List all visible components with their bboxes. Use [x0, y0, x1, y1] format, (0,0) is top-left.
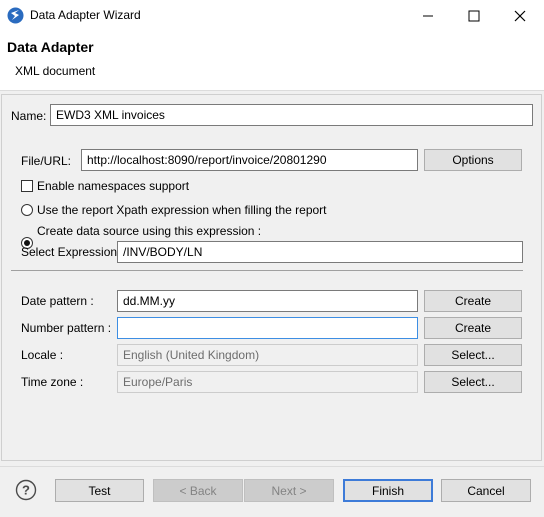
create-expression-radio-label: Create data source using this expression… — [37, 224, 262, 238]
timezone-field: Europe/Paris — [117, 371, 418, 393]
app-logo-icon — [7, 7, 24, 24]
maximize-icon — [468, 10, 480, 21]
next-button[interactable]: Next > — [244, 479, 334, 502]
page-subtitle: XML document — [15, 64, 96, 78]
number-pattern-field[interactable] — [117, 317, 418, 339]
maximize-button[interactable] — [451, 0, 497, 31]
help-icon-glyph: ? — [22, 483, 30, 498]
name-field[interactable]: EWD3 XML invoices — [50, 104, 533, 126]
page-title: Data Adapter — [7, 39, 94, 55]
back-button[interactable]: < Back — [153, 479, 243, 502]
select-expression-label: Select Expression : — [21, 245, 124, 259]
minimize-icon — [423, 15, 433, 16]
namespaces-checkbox[interactable] — [21, 180, 33, 192]
footer-divider — [0, 466, 544, 467]
finish-button[interactable]: Finish — [343, 479, 433, 502]
close-icon — [514, 10, 526, 21]
test-button[interactable]: Test — [55, 479, 144, 502]
file-url-label: File/URL: — [21, 154, 72, 168]
locale-field: English (United Kingdom) — [117, 344, 418, 366]
file-url-field[interactable]: http://localhost:8090/report/invoice/208… — [81, 149, 418, 171]
options-button[interactable]: Options — [424, 149, 522, 171]
wizard-window: Data Adapter Wizard Data Adapter XML doc… — [0, 0, 544, 517]
close-button[interactable] — [497, 0, 543, 31]
title-bar: Data Adapter Wizard — [0, 0, 544, 31]
xpath-radio-label: Use the report Xpath expression when fil… — [37, 203, 327, 217]
name-label: Name: — [11, 109, 47, 123]
locale-select-button[interactable]: Select... — [424, 344, 522, 366]
cancel-button[interactable]: Cancel — [441, 479, 531, 502]
timezone-label: Time zone : — [21, 375, 84, 389]
timezone-select-button[interactable]: Select... — [424, 371, 522, 393]
number-pattern-create-button[interactable]: Create — [424, 317, 522, 339]
date-pattern-create-button[interactable]: Create — [424, 290, 522, 312]
window-title: Data Adapter Wizard — [30, 8, 141, 22]
date-pattern-field[interactable]: dd.MM.yy — [117, 290, 418, 312]
date-pattern-label: Date pattern : — [21, 294, 94, 308]
help-icon[interactable]: ? — [15, 479, 37, 501]
namespaces-label: Enable namespaces support — [37, 179, 190, 193]
wizard-header: Data Adapter XML document — [0, 31, 544, 90]
select-expression-field[interactable]: /INV/BODY/LN — [117, 241, 523, 263]
minimize-button[interactable] — [405, 0, 451, 31]
header-divider — [0, 90, 544, 91]
section-divider — [11, 270, 523, 271]
number-pattern-label: Number pattern : — [21, 321, 112, 335]
locale-label: Locale : — [21, 348, 64, 362]
xpath-radio[interactable] — [21, 204, 33, 216]
